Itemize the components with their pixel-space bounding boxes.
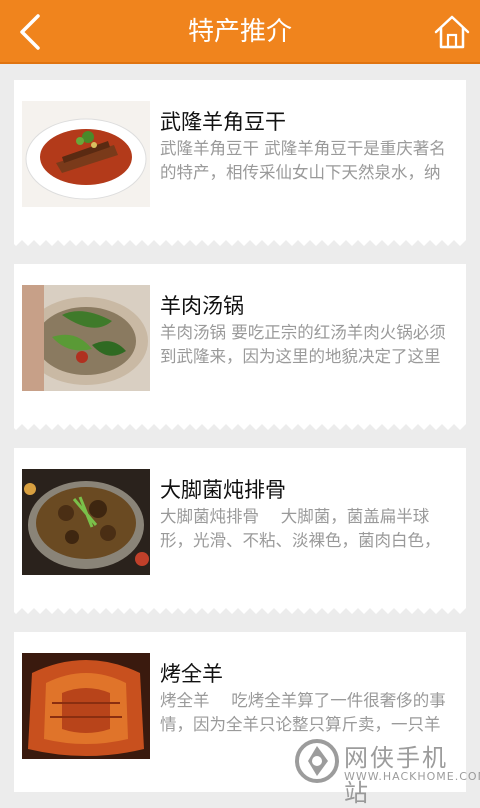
list-item[interactable]: 武隆羊角豆干 武隆羊角豆干 武隆羊角豆干是重庆著名的特产，相传采仙女山下天然泉水…: [14, 80, 466, 246]
watermark-url: WWW.HACKHOME.COM: [344, 770, 480, 783]
item-description: 武隆羊角豆干 武隆羊角豆干是重庆著名的特产，相传采仙女山下天然泉水，纳: [160, 139, 446, 182]
item-thumbnail: [22, 101, 150, 207]
card-edge: [14, 422, 466, 430]
card-edge: [14, 606, 466, 614]
item-thumbnail: [22, 469, 150, 575]
app-header: 特产推介: [0, 0, 480, 64]
item-title: 烤全羊: [160, 662, 223, 686]
item-title: 武隆羊角豆干: [160, 110, 286, 134]
home-button[interactable]: [432, 12, 472, 52]
item-description: 大脚菌炖排骨 大脚菌，菌盖扁半球形，光滑、不粘、淡裸色，菌肉白色，: [160, 507, 441, 550]
list-item[interactable]: 大脚菌炖排骨 大脚菌炖排骨 大脚菌，菌盖扁半球形，光滑、不粘、淡裸色，菌肉白色，: [14, 448, 466, 614]
specialty-list[interactable]: 武隆羊角豆干 武隆羊角豆干 武隆羊角豆干是重庆著名的特产，相传采仙女山下天然泉水…: [0, 64, 480, 800]
item-title: 大脚菌炖排骨: [160, 478, 286, 502]
page-title: 特产推介: [187, 17, 292, 47]
watermark-logo: 网侠手机站 WWW.HACKHOME.COM: [292, 734, 480, 807]
item-description: 羊肉汤锅 要吃正宗的红汤羊肉火锅必须到武隆来，因为这里的地貌决定了这里: [160, 323, 446, 366]
list-item[interactable]: 羊肉汤锅 羊肉汤锅 要吃正宗的红汤羊肉火锅必须到武隆来，因为这里的地貌决定了这里: [14, 264, 466, 430]
item-thumbnail: [22, 653, 150, 759]
item-thumbnail: [22, 285, 150, 391]
home-icon: [434, 15, 470, 49]
item-description: 烤全羊 吃烤全羊算了一件很奢侈的事情，因为全羊只论整只算斤卖，一只羊: [160, 691, 446, 734]
logo-icon: [295, 739, 339, 783]
card-edge: [14, 238, 466, 246]
item-title: 羊肉汤锅: [160, 294, 244, 318]
